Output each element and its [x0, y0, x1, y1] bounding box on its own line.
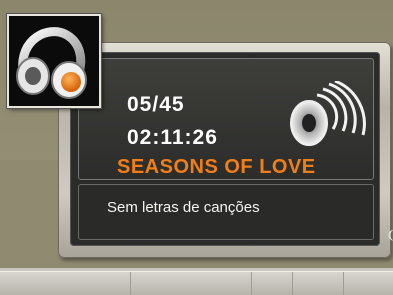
toolbar-segment[interactable] [293, 272, 344, 295]
elapsed-time: 02:11:26 [127, 126, 218, 149]
toolbar-segment[interactable] [0, 272, 131, 295]
track-counter: 05/45 [127, 93, 185, 116]
toolbar-segment[interactable] [131, 272, 252, 295]
track-title: SEASONS OF LOVE [117, 156, 316, 178]
lyrics-panel: Sem letras de canções [78, 184, 374, 240]
headphones-icon[interactable] [7, 14, 101, 108]
speaker-icon[interactable] [287, 81, 367, 151]
bottom-toolbar [0, 271, 393, 295]
toolbar-segment[interactable] [252, 272, 293, 295]
lyrics-message: Sem letras de canções [107, 199, 260, 216]
track-info-panel: 05/45 02:11:26 SEASONS OF LOVE [78, 58, 374, 180]
scroll-handle[interactable]: ❨ [386, 228, 393, 248]
player-frame: 05/45 02:11:26 SEASONS OF LOVE Sem letra… [58, 42, 391, 258]
player-screen: 05/45 02:11:26 SEASONS OF LOVE Sem letra… [70, 52, 380, 246]
